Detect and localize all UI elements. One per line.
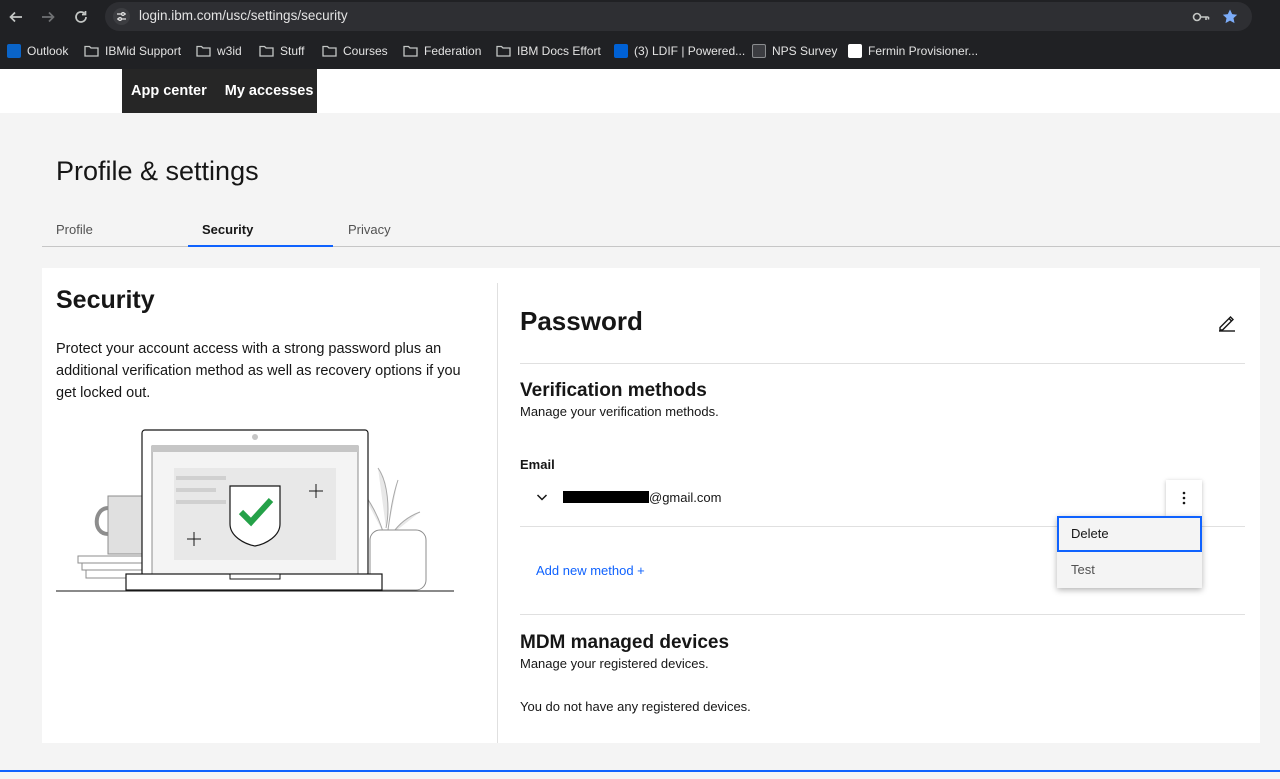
survey-icon xyxy=(752,44,766,58)
redacted-email-prefix xyxy=(563,491,649,503)
email-method-label: Email xyxy=(520,457,555,472)
app-center-link[interactable]: App center xyxy=(131,83,207,99)
bookmark-label: Stuff xyxy=(280,44,305,58)
laptop-shield-illustration xyxy=(56,429,454,592)
tab-profile[interactable]: Profile xyxy=(42,212,188,247)
verification-subtitle: Manage your verification methods. xyxy=(520,404,719,419)
overflow-menu-button[interactable] xyxy=(1166,480,1202,516)
my-accesses-link[interactable]: My accesses xyxy=(225,83,314,99)
menu-item-test[interactable]: Test xyxy=(1057,552,1202,588)
bookmark-label: Federation xyxy=(424,44,482,58)
address-bar[interactable]: login.ibm.com/usc/settings/security xyxy=(105,2,1252,31)
edit-pencil-icon[interactable] xyxy=(1217,312,1237,332)
add-new-method-link[interactable]: Add new method + xyxy=(536,563,645,578)
column-divider xyxy=(497,283,498,743)
bookmark-fermin-provisioner[interactable]: Fermin Provisioner... xyxy=(848,42,978,60)
email-address: @gmail.com xyxy=(649,490,722,505)
folder-icon xyxy=(322,45,337,57)
folder-icon xyxy=(196,45,211,57)
bookmark-ibmid-support[interactable]: IBMid Support xyxy=(84,42,181,60)
doc-icon xyxy=(848,44,862,58)
folder-icon xyxy=(496,45,511,57)
verification-heading: Verification methods xyxy=(520,380,707,401)
bookmark-label: IBMid Support xyxy=(105,44,182,58)
folder-icon xyxy=(84,45,99,57)
app-nav: App center My accesses xyxy=(122,69,317,113)
box-icon xyxy=(614,44,628,58)
bookmark-label: Fermin Provisioner... xyxy=(868,44,979,58)
chevron-down-icon[interactable] xyxy=(535,490,549,504)
folder-icon xyxy=(259,45,274,57)
security-heading: Security xyxy=(56,286,155,314)
vertical-dots-icon xyxy=(1182,491,1186,505)
url-text: login.ibm.com/usc/settings/security xyxy=(139,8,348,23)
outlook-icon xyxy=(7,44,21,58)
tab-privacy[interactable]: Privacy xyxy=(334,212,478,247)
security-description: Protect your account access with a stron… xyxy=(56,341,461,401)
site-info-icon[interactable] xyxy=(113,8,130,25)
mdm-subtitle: Manage your registered devices. xyxy=(520,656,709,671)
bookmark-label: IBM Docs Effort xyxy=(517,44,601,58)
bookmark-label: w3id xyxy=(217,44,242,58)
folder-icon xyxy=(403,45,418,57)
password-heading: Password xyxy=(520,306,643,336)
mdm-empty-message: You do not have any registered devices. xyxy=(520,699,751,714)
app-header: App center My accesses xyxy=(0,69,1280,113)
bookmark-outlook[interactable]: Outlook xyxy=(7,42,68,60)
section-divider xyxy=(520,363,1245,364)
bookmark-w3id[interactable]: w3id xyxy=(196,42,242,60)
browser-toolbar: login.ibm.com/usc/settings/security xyxy=(0,0,1280,33)
bookmark-ldif[interactable]: (3) LDIF | Powered... xyxy=(614,42,745,60)
menu-item-delete[interactable]: Delete xyxy=(1057,516,1202,552)
bookmark-label: Courses xyxy=(343,44,388,58)
section-divider xyxy=(520,614,1245,615)
bottom-accent-line xyxy=(0,770,1280,772)
bookmark-federation[interactable]: Federation xyxy=(403,42,481,60)
bookmark-star-icon[interactable] xyxy=(1221,8,1239,26)
bookmark-label: NPS Survey xyxy=(772,44,838,58)
settings-tabs: Profile Security Privacy xyxy=(42,212,1280,247)
mdm-heading: MDM managed devices xyxy=(520,632,730,653)
forward-arrow-icon[interactable] xyxy=(37,6,59,28)
tab-security[interactable]: Security xyxy=(188,212,333,247)
bookmark-courses[interactable]: Courses xyxy=(322,42,388,60)
page-title: Profile & settings xyxy=(56,156,259,186)
password-key-icon[interactable] xyxy=(1192,9,1210,25)
bookmark-nps-survey[interactable]: NPS Survey xyxy=(752,42,837,60)
bookmark-stuff[interactable]: Stuff xyxy=(259,42,304,60)
reload-icon[interactable] xyxy=(70,6,92,28)
overflow-menu: Delete Test xyxy=(1057,516,1202,588)
back-arrow-icon[interactable] xyxy=(5,6,27,28)
bookmark-ibm-docs-effort[interactable]: IBM Docs Effort xyxy=(496,42,601,60)
bookmark-label: (3) LDIF | Powered... xyxy=(634,44,746,58)
bookmark-label: Outlook xyxy=(27,44,69,58)
bookmarks-bar: Outlook IBMid Support w3id Stuff Courses… xyxy=(0,33,1280,69)
